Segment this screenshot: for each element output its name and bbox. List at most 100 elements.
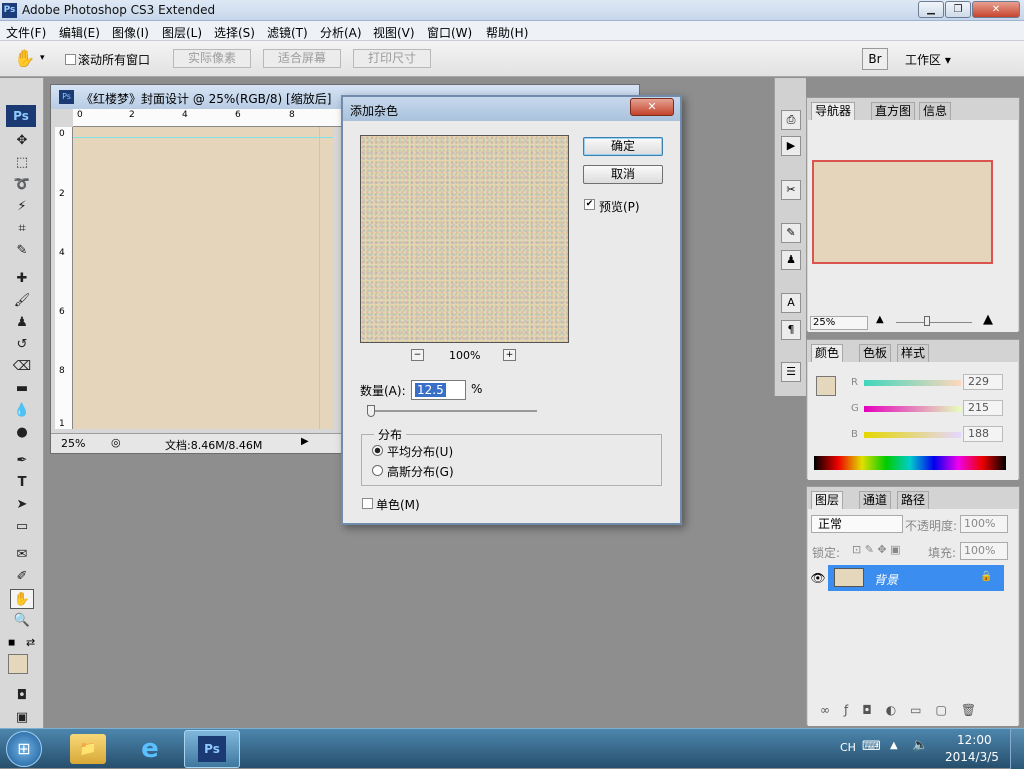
menu-analysis[interactable]: 分析(A) (320, 24, 362, 41)
photoshop-taskbar-button[interactable]: Ps (184, 730, 240, 768)
clone-stamp-icon[interactable]: ♟ (10, 313, 34, 333)
fill-input[interactable]: 100% (960, 542, 1008, 560)
tab-styles[interactable]: 样式 (897, 344, 930, 362)
opacity-input[interactable]: 100% (960, 515, 1008, 533)
monochromatic-checkbox[interactable] (362, 498, 373, 509)
layer-comps-icon[interactable]: ☰ (781, 362, 801, 382)
internet-explorer-icon[interactable]: e (132, 733, 168, 765)
zoom-out-mountain-icon[interactable]: ▲ (876, 314, 884, 325)
tab-layers[interactable]: 图层 (811, 491, 844, 509)
slice-tool-icon[interactable]: ✎ (10, 241, 34, 261)
navigator-view-box[interactable] (812, 160, 993, 264)
tab-info[interactable]: 信息 (919, 102, 952, 120)
menu-edit[interactable]: 编辑(E) (59, 24, 100, 41)
status-arrow-icon[interactable]: ▶ (301, 436, 309, 447)
show-desktop-button[interactable] (1010, 729, 1024, 769)
document-canvas[interactable] (73, 127, 333, 429)
navigator-zoom-input[interactable]: 25% (810, 316, 868, 330)
monochromatic-label[interactable]: 单色(M) (376, 496, 420, 513)
menu-filter[interactable]: 滤镜(T) (267, 24, 308, 41)
character-panel-icon[interactable]: A (781, 293, 801, 313)
eraser-tool-icon[interactable]: ⌫ (10, 357, 34, 377)
blend-mode-select[interactable]: 正常 (811, 515, 903, 533)
b-slider[interactable] (864, 432, 961, 438)
history-panel-icon[interactable]: ⎙ (781, 110, 801, 130)
photoshop-app-icon[interactable]: Ps (2, 3, 17, 18)
minimize-button[interactable]: ▁ (918, 1, 944, 18)
tab-channels[interactable]: 通道 (859, 491, 892, 509)
uniform-label[interactable]: 平均分布(U) (387, 443, 453, 460)
menu-window[interactable]: 窗口(W) (427, 24, 472, 41)
explorer-icon[interactable]: 📁 (70, 734, 106, 764)
status-menu-icon[interactable]: ◎ (111, 436, 121, 449)
guide-line[interactable] (73, 137, 333, 138)
default-colors-icon[interactable]: ◼ (8, 638, 15, 648)
workspace-menu[interactable]: 工作区 ▾ (905, 51, 951, 68)
gradient-tool-icon[interactable]: ▬ (10, 379, 34, 399)
keyboard-icon[interactable]: ⌨ (862, 739, 881, 754)
brush-tool-icon[interactable]: 🖌 (10, 291, 34, 311)
layer-name[interactable]: 背景 (874, 571, 898, 588)
pen-tool-icon[interactable]: ✒ (10, 451, 34, 471)
blur-tool-icon[interactable]: 💧 (10, 401, 34, 421)
show-hidden-icons-icon[interactable]: ▲ (890, 740, 898, 751)
r-value-input[interactable]: 229 (963, 374, 1003, 390)
tab-color[interactable]: 颜色 (811, 344, 844, 362)
crop-tool-icon[interactable]: ⌗ (10, 219, 34, 239)
tab-paths[interactable]: 路径 (897, 491, 930, 509)
lock-icons[interactable]: ⊡ ✎ ✥ ▣ (852, 543, 901, 556)
noise-preview[interactable] (360, 135, 569, 343)
menu-image[interactable]: 图像(I) (112, 24, 149, 41)
zoom-tool-icon[interactable]: 🔍 (10, 611, 34, 631)
history-brush-icon[interactable]: ↺ (10, 335, 34, 355)
healing-brush-icon[interactable]: ✚ (10, 269, 34, 289)
b-value-input[interactable]: 188 (963, 426, 1003, 442)
tool-presets-icon[interactable]: ✂ (781, 180, 801, 200)
color-fg-swatch[interactable] (816, 376, 836, 396)
gaussian-label[interactable]: 高斯分布(G) (387, 463, 454, 480)
zoom-in-mountain-icon[interactable]: ▲ (983, 312, 993, 327)
hand-tool-icon[interactable]: ✋ (14, 49, 35, 69)
ps-logo[interactable]: Ps (6, 105, 36, 127)
clock-date[interactable]: 2014/3/5 (945, 750, 999, 764)
scroll-all-checkbox[interactable] (65, 54, 76, 65)
navigator-zoom-slider[interactable] (896, 322, 972, 323)
gaussian-radio[interactable] (372, 465, 383, 476)
notes-tool-icon[interactable]: ✉ (10, 545, 34, 565)
move-tool-icon[interactable]: ✥ (10, 131, 34, 151)
amount-input[interactable]: 12.5 (411, 380, 466, 400)
dialog-close-button[interactable]: ✕ (630, 98, 674, 116)
bridge-icon[interactable]: Br (862, 48, 888, 70)
swap-colors-icon[interactable]: ⇄ (26, 636, 35, 649)
close-button[interactable]: ✕ (972, 1, 1020, 18)
layer-row-background[interactable]: 👁 背景 🔒 (808, 565, 1004, 591)
foreground-color-swatch[interactable] (8, 654, 28, 674)
menu-select[interactable]: 选择(S) (214, 24, 255, 41)
start-button[interactable]: ⊞ (6, 731, 42, 767)
color-spectrum-ramp[interactable] (814, 456, 1006, 470)
magic-wand-icon[interactable]: ⚡ (10, 197, 34, 217)
menu-view[interactable]: 视图(V) (373, 24, 415, 41)
clock-time[interactable]: 12:00 (957, 733, 992, 747)
preview-checkbox[interactable]: ✔ (584, 199, 595, 210)
amount-slider-thumb[interactable] (367, 405, 375, 417)
menu-layer[interactable]: 图层(L) (162, 24, 202, 41)
hand-tool-selected-icon[interactable]: ✋ (10, 589, 34, 609)
actual-pixels-button[interactable]: 实际像素 (173, 49, 251, 68)
tab-navigator[interactable]: 导航器 (811, 102, 856, 120)
type-tool-icon[interactable]: T (10, 473, 34, 493)
volume-icon[interactable]: 🔈 (912, 738, 928, 753)
lasso-tool-icon[interactable]: ➰ (10, 175, 34, 195)
g-slider[interactable] (864, 406, 961, 412)
uniform-radio[interactable] (372, 445, 383, 456)
tab-histogram[interactable]: 直方图 (871, 102, 916, 120)
print-size-button[interactable]: 打印尺寸 (353, 49, 431, 68)
zoom-level[interactable]: 25% (61, 437, 85, 450)
clone-source-icon[interactable]: ♟ (781, 250, 801, 270)
navigator-zoom-thumb[interactable] (924, 316, 930, 326)
g-value-input[interactable]: 215 (963, 400, 1003, 416)
guide-line[interactable] (319, 127, 320, 429)
brushes-panel-icon[interactable]: ✎ (781, 223, 801, 243)
rectangle-tool-icon[interactable]: ▭ (10, 517, 34, 537)
input-language-indicator[interactable]: CH (840, 741, 856, 754)
